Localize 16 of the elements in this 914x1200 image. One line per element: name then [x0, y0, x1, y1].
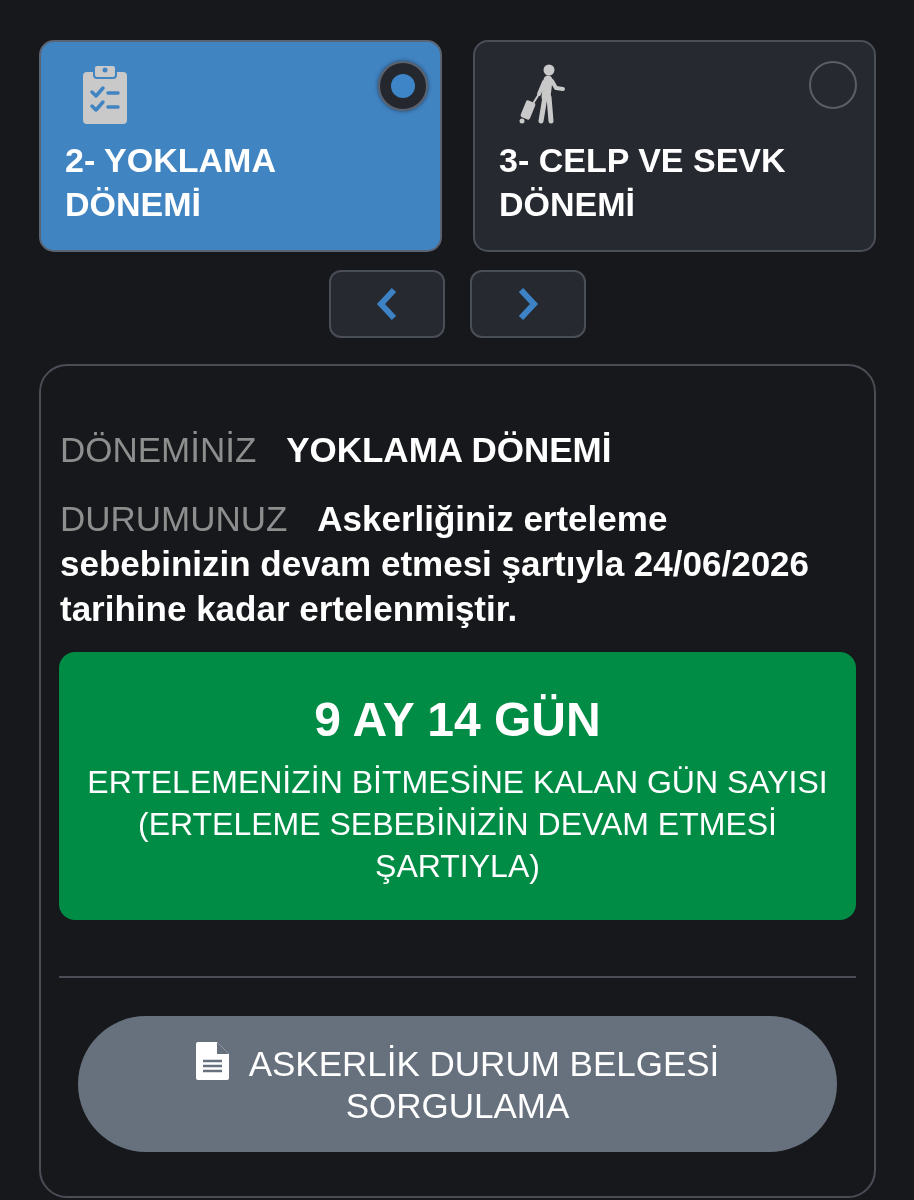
next-button[interactable]	[470, 270, 586, 338]
document-query-button[interactable]: ASKERLİK DURUM BELGESİ SORGULAMA	[78, 1016, 837, 1152]
period-card[interactable]: 2- YOKLAMA DÖNEMİ	[39, 40, 442, 252]
radio-button[interactable]	[809, 61, 857, 109]
countdown-caption: ERTELEMENİZİN BİTMESİNE KALAN GÜN SAYISI (ERTELEME SEBEBİNİZİN DEVAM ETMESİ ŞARTIYLA)	[86, 763, 829, 886]
clipboard-icon	[83, 64, 127, 124]
countdown-value: 9 AY 14 GÜN	[313, 692, 602, 748]
previous-button[interactable]	[329, 270, 445, 338]
period-card[interactable]: 3- CELP VE SEVK DÖNEMİ	[473, 40, 876, 252]
chevron-right-icon	[516, 287, 540, 321]
status-field: DURUMUNUZ Askerliğiniz erteleme sebebinizin devam etmesi şartıyla 24/06/2026 tarihine kadar ertelenmiştir.	[60, 496, 856, 631]
chevron-left-icon	[375, 287, 399, 321]
person-with-luggage-icon	[517, 64, 567, 124]
radio-button[interactable]	[378, 61, 428, 111]
document-icon	[195, 1041, 229, 1080]
status-field: DÖNEMİNİZ YOKLAMA DÖNEMİ	[60, 427, 856, 472]
